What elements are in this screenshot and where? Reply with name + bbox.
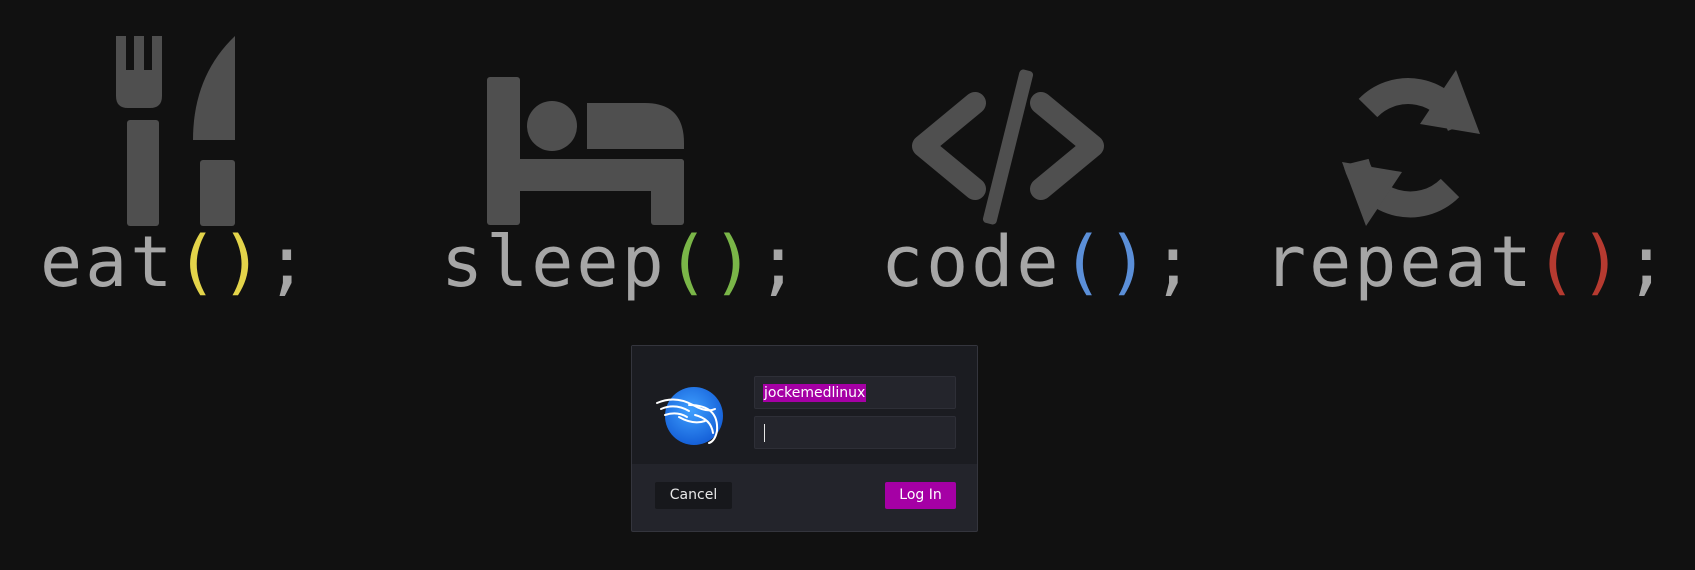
bed-icon [487,77,687,227]
motto-open-paren: ( [666,221,712,303]
password-field[interactable] [754,416,956,449]
repeat-arrows-icon [1332,68,1492,228]
login-dialog: jockemedlinux Cancel Log In [631,345,978,532]
motto-repeat: repeat(); [1264,222,1670,302]
motto-close-paren: ) [711,221,758,303]
username-value: jockemedlinux [763,384,867,402]
motto-semicolon: ; [1625,221,1671,303]
kali-dragon-icon [655,385,729,447]
fork-knife-icon [112,36,242,226]
motto-word: code [881,221,1062,303]
motto-open-paren: ( [175,221,221,303]
motto-word: repeat [1264,221,1535,303]
motto-semicolon: ; [757,221,803,303]
code-brackets-icon [905,68,1111,228]
text-caret [764,424,765,442]
motto-word: sleep [441,221,667,303]
motto-open-paren: ( [1061,221,1107,303]
motto-semicolon: ; [265,221,311,303]
motto-code: code(); [881,222,1197,302]
motto-semicolon: ; [1151,221,1198,303]
motto-eat: eat(); [40,222,311,302]
login-button[interactable]: Log In [885,482,956,509]
motto-close-paren: ) [1580,221,1626,303]
cancel-button[interactable]: Cancel [655,482,732,509]
username-field[interactable]: jockemedlinux [754,376,956,409]
motto-close-paren: ) [220,221,266,303]
motto-open-paren: ( [1534,221,1581,303]
motto-close-paren: ) [1106,221,1152,303]
desktop: eat(); sleep(); code(); repeat(); jockem… [0,0,1695,570]
motto-sleep: sleep(); [441,222,802,302]
motto-word: eat [40,221,176,303]
